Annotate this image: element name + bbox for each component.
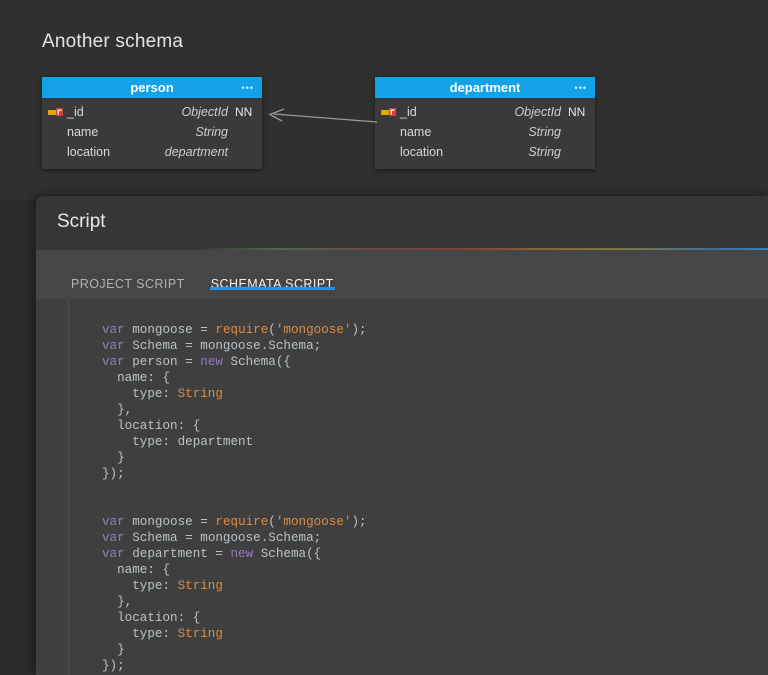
entity-header-department[interactable]: department ••• [375,77,595,98]
script-panel-title: Script [57,211,106,232]
code-token: type: department [102,435,254,449]
code-token: require [215,515,269,529]
code-token: }, [102,595,133,609]
code-token: type: [102,579,178,593]
attribute-type: String [528,145,561,159]
relationship-arrow-icon[interactable] [262,108,377,128]
code-token: } [102,451,125,465]
code-token: var [102,323,125,337]
script-panel-header: Script [36,196,768,248]
schema-diagram-canvas: Another schema person ••• _id ObjectId N… [0,0,768,200]
code-fold-gutter [67,299,70,675]
entity-menu-icon[interactable]: ••• [575,83,587,92]
entity-name-department: department [449,80,521,95]
entity-attribute-list-person: _id ObjectId NN name String location dep… [42,98,262,169]
code-content[interactable]: var mongoose = require('mongoose'); var … [36,299,768,674]
code-token: type: [102,627,178,641]
code-token: var [102,547,125,561]
code-token: Schema({ [222,355,291,369]
code-token: Schema = mongoose.Schema; [124,339,322,353]
attribute-flag: NN [568,105,586,119]
attribute-name: name [67,125,99,139]
code-token: ); [351,323,367,337]
primary-key-icon [381,106,397,118]
code-token: }); [102,659,125,673]
attribute-icon-placeholder [381,126,397,138]
code-token: mongoose = [124,323,216,337]
code-token: location: { [102,419,201,433]
code-token: String [177,387,223,401]
code-token: Schema({ [253,547,322,561]
attribute-row[interactable]: name String [42,122,262,142]
attribute-row[interactable]: _id ObjectId NN [375,102,595,122]
code-token: ); [351,515,367,529]
code-token: }); [102,467,125,481]
code-token: person = [124,355,201,369]
code-editor-area[interactable]: var mongoose = require('mongoose'); var … [36,299,768,675]
attribute-type: ObjectId [514,105,561,119]
attribute-name: name [400,125,432,139]
attribute-row[interactable]: location String [375,142,595,162]
attribute-row[interactable]: _id ObjectId NN [42,102,262,122]
code-token: Schema = mongoose.Schema; [124,531,322,545]
script-panel: Script PROJECT SCRIPT SCHEMATA SCRIPT va… [36,196,768,675]
entity-header-person[interactable]: person ••• [42,77,262,98]
attribute-row[interactable]: name String [375,122,595,142]
attribute-name: _id [67,105,84,119]
code-token: type: [102,387,178,401]
code-token: location: { [102,611,201,625]
entity-menu-icon[interactable]: ••• [242,83,254,92]
attribute-icon-placeholder [48,146,64,158]
page-title: Another schema [42,31,184,52]
attribute-name: _id [400,105,417,119]
code-token: ( [268,515,276,529]
code-token: var [102,531,125,545]
attribute-name: location [400,145,444,159]
code-token: String [177,627,223,641]
code-token: var [102,515,125,529]
code-token: } [102,643,125,657]
attribute-row[interactable]: location department [42,142,262,162]
attribute-type: department [164,145,228,159]
entity-card-person[interactable]: person ••• _id ObjectId NN name String l… [42,77,262,169]
attribute-type: String [528,125,561,139]
attribute-flag: NN [235,105,253,119]
code-token: department = [124,547,231,561]
attribute-type: String [195,125,228,139]
code-token: var [102,339,125,353]
primary-key-icon [48,106,64,118]
tab-project-script[interactable]: PROJECT SCRIPT [58,250,198,299]
code-token: name: { [102,371,171,385]
code-token: require [215,323,269,337]
code-token: name: { [102,563,171,577]
attribute-name: location [67,145,111,159]
code-token: new [200,355,223,369]
code-token: new [230,547,254,561]
code-token: String [177,579,223,593]
code-token: ( [268,323,276,337]
entity-name-person: person [130,80,174,95]
attribute-icon-placeholder [381,146,397,158]
attribute-type: ObjectId [181,105,228,119]
tab-schemata-script[interactable]: SCHEMATA SCRIPT [198,250,347,299]
code-token: }, [102,403,133,417]
code-token: 'mongoose' [275,515,352,529]
attribute-icon-placeholder [48,126,64,138]
script-tab-bar: PROJECT SCRIPT SCHEMATA SCRIPT [36,250,768,299]
code-token: 'mongoose' [275,323,352,337]
entity-attribute-list-department: _id ObjectId NN name String location Str… [375,98,595,169]
code-token: mongoose = [124,515,216,529]
entity-card-department[interactable]: department ••• _id ObjectId NN name Stri… [375,77,595,169]
code-token: var [102,355,125,369]
